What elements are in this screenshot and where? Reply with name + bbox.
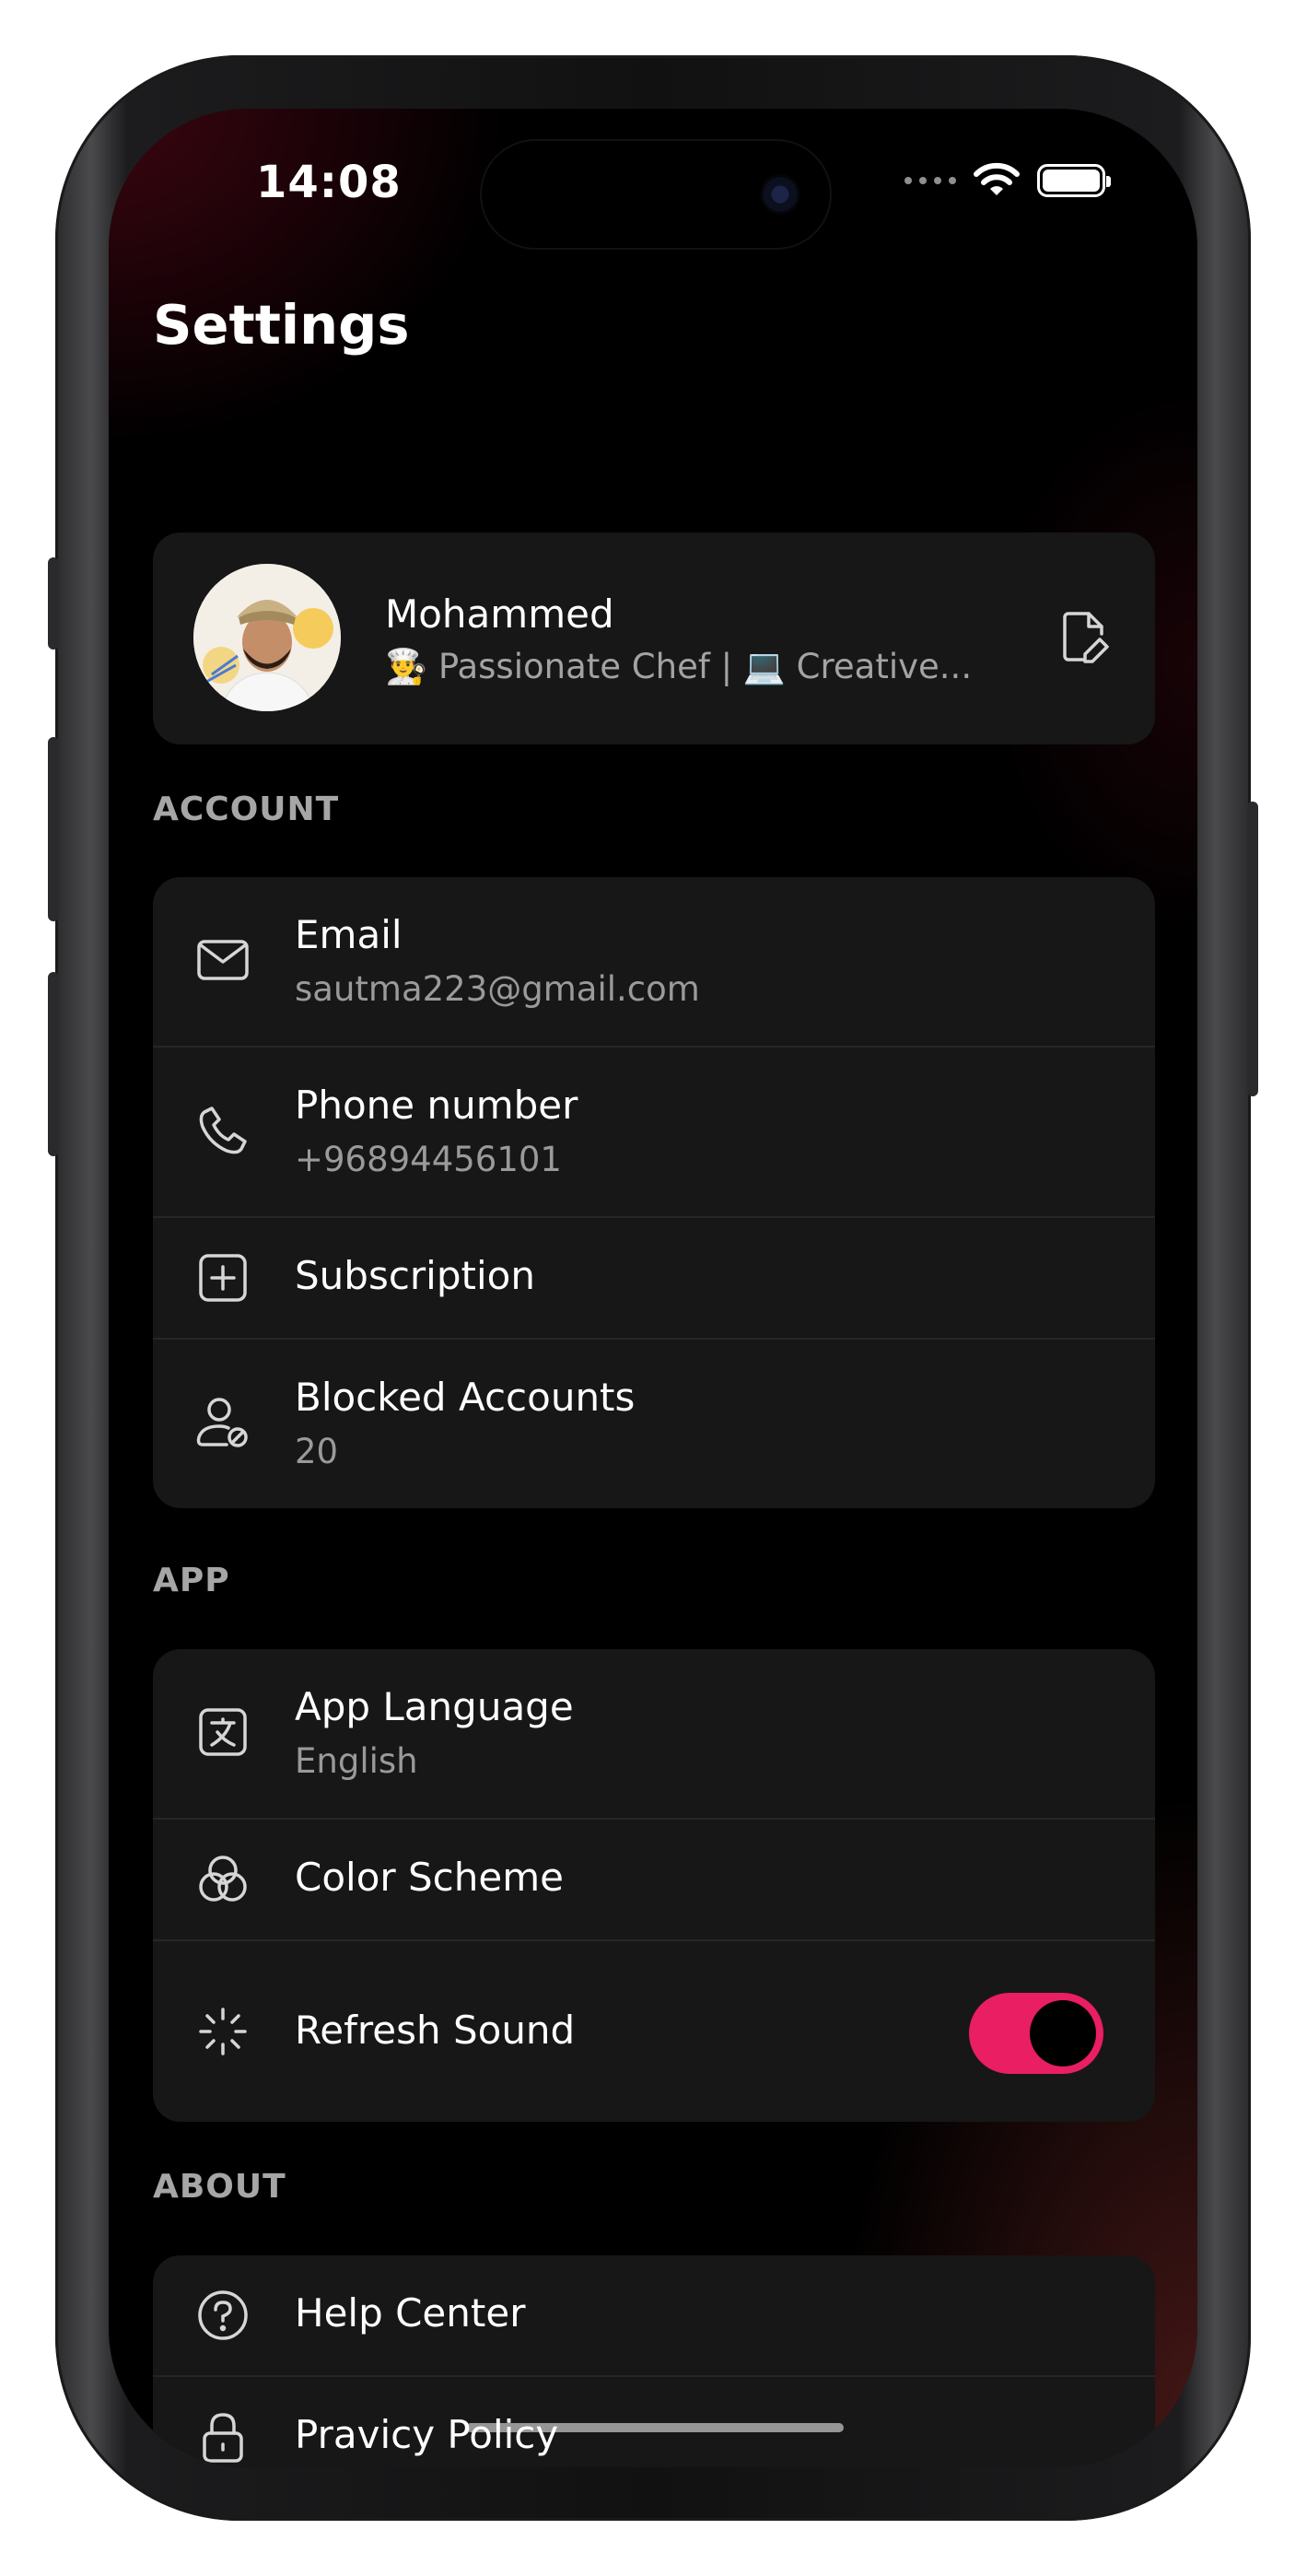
phone-icon [193,1101,252,1160]
section-label-account: ACCOUNT [153,790,340,828]
dynamic-island [482,141,830,248]
status-icons [904,162,1111,199]
section-label-app: APP [153,1562,230,1599]
profile-bio: 👨‍🍳 Passionate Chef | 💻 Creative... [385,647,973,686]
action-button [48,557,59,650]
profile-card[interactable]: Mohammed 👨‍🍳 Passionate Chef | 💻 Creativ… [153,533,1155,744]
settings-row-refresh-sound: Refresh Sound [153,1941,1155,2122]
screen: 14:08 Settings Mohammed 👨‍🍳 [109,109,1197,2467]
status-time: 14:08 [256,157,402,208]
settings-row-subscription[interactable]: Subscription [153,1218,1155,1340]
app-card: App Language English Color Scheme Refres… [153,1649,1155,2122]
volume-up-button [48,737,59,921]
toggle-knob [1030,2000,1096,2067]
color-circles-icon [193,1850,252,1909]
settings-row-title: Subscription [295,1253,535,1298]
mail-icon [193,931,252,989]
settings-row-value: +96894456101 [295,1140,562,1179]
settings-row-title: Color Scheme [295,1855,564,1900]
settings-row-blocked-accounts[interactable]: Blocked Accounts 20 [153,1340,1155,1508]
cellular-signal-icon [904,177,956,184]
settings-row-title: Email [295,912,403,957]
lock-icon [193,2407,252,2466]
settings-row-app-language[interactable]: App Language English [153,1649,1155,1820]
settings-row-title: Blocked Accounts [295,1375,636,1420]
user-blocked-icon [193,1393,252,1452]
settings-row-title: App Language [295,1684,574,1729]
settings-row-value: 20 [295,1432,339,1471]
settings-row-color-scheme[interactable]: Color Scheme [153,1820,1155,1941]
settings-row-title: Refresh Sound [295,2008,576,2053]
page-title: Settings [153,293,410,357]
settings-row-title: Pravicy Policy [295,2412,559,2457]
camera-icon [760,174,800,215]
settings-row-value: English [295,1741,418,1781]
refresh-sound-toggle[interactable] [969,1993,1103,2074]
wifi-icon [974,162,1020,195]
avatar[interactable] [193,564,341,711]
settings-row-email[interactable]: Email sautma223@gmail.com [153,877,1155,1048]
help-circle-icon [193,2286,252,2345]
plus-square-icon [193,1248,252,1307]
profile-name: Mohammed [385,591,614,637]
section-label-about: ABOUT [153,2168,286,2206]
settings-row-value: sautma223@gmail.com [295,969,700,1009]
settings-row-help-center[interactable]: Help Center [153,2255,1155,2377]
battery-icon [1037,164,1111,197]
settings-row-phone[interactable]: Phone number +96894456101 [153,1048,1155,1218]
account-card: Email sautma223@gmail.com Phone number +… [153,877,1155,1508]
settings-row-privacy-policy[interactable]: Pravicy Policy [153,2377,1155,2467]
about-card: Help Center Pravicy Policy [153,2255,1155,2467]
translate-icon [193,1703,252,1762]
volume-down-button [48,972,59,1156]
loader-icon [193,2002,252,2061]
power-button [1247,802,1258,1096]
home-indicator[interactable] [466,2423,844,2432]
settings-row-title: Help Center [295,2290,526,2336]
settings-row-title: Phone number [295,1083,578,1128]
edit-profile-icon[interactable] [1056,608,1114,667]
